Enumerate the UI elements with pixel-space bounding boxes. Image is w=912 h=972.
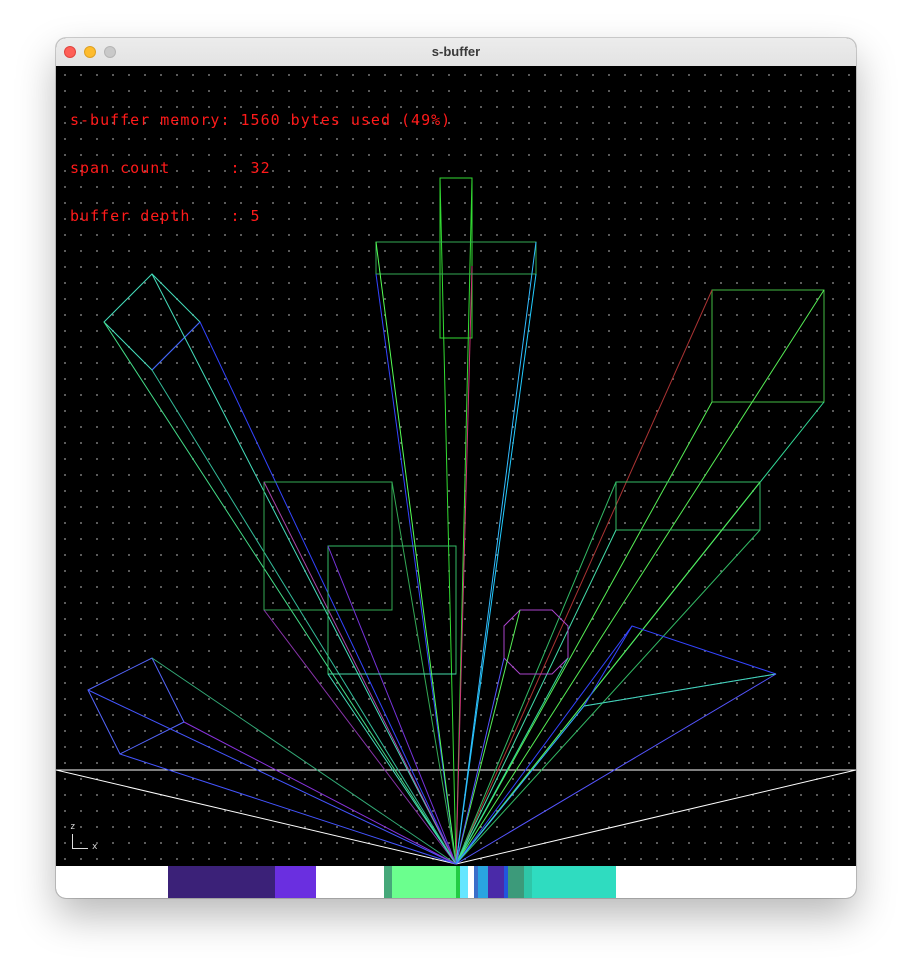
span-buffer-strip (56, 866, 856, 898)
axis-gizmo-icon: z x (70, 822, 100, 856)
stats-depth-line: buffer depth : 5 (70, 207, 261, 225)
central-pillar (439, 177, 473, 865)
axis-z-line (72, 834, 73, 848)
window-title: s-buffer (431, 44, 481, 59)
span-segment (488, 866, 504, 898)
span-segment (460, 866, 468, 898)
left-box-back (263, 481, 457, 865)
span-segment (508, 866, 524, 898)
render-viewport[interactable]: s-buffer memory: 1560 bytes used (49%) s… (56, 66, 856, 866)
left-prism (87, 657, 457, 865)
span-segment (275, 866, 316, 898)
span-segment (524, 866, 532, 898)
right-slab (455, 481, 761, 865)
span-segment (532, 866, 616, 898)
right-cube (455, 289, 825, 865)
app-window: s-buffer s-buffer memory: 1560 bytes use… (56, 38, 856, 898)
memory-stats: s-buffer memory: 1560 bytes used (49%) s… (70, 80, 451, 256)
span-segment (168, 866, 275, 898)
stats-span-line: span count : 32 (70, 159, 271, 177)
span-segment (478, 866, 488, 898)
right-wedge (455, 625, 777, 865)
span-segment (392, 866, 456, 898)
span-segment (384, 866, 392, 898)
left-pillar (103, 273, 457, 865)
axis-x-line (72, 848, 88, 849)
title-bar[interactable]: s-buffer (56, 38, 856, 67)
axis-x-label: x (92, 842, 98, 852)
stats-memory-line: s-buffer memory: 1560 bytes used (49%) (70, 111, 452, 129)
ground-line-right (455, 769, 856, 865)
axis-z-label: z (70, 822, 76, 832)
